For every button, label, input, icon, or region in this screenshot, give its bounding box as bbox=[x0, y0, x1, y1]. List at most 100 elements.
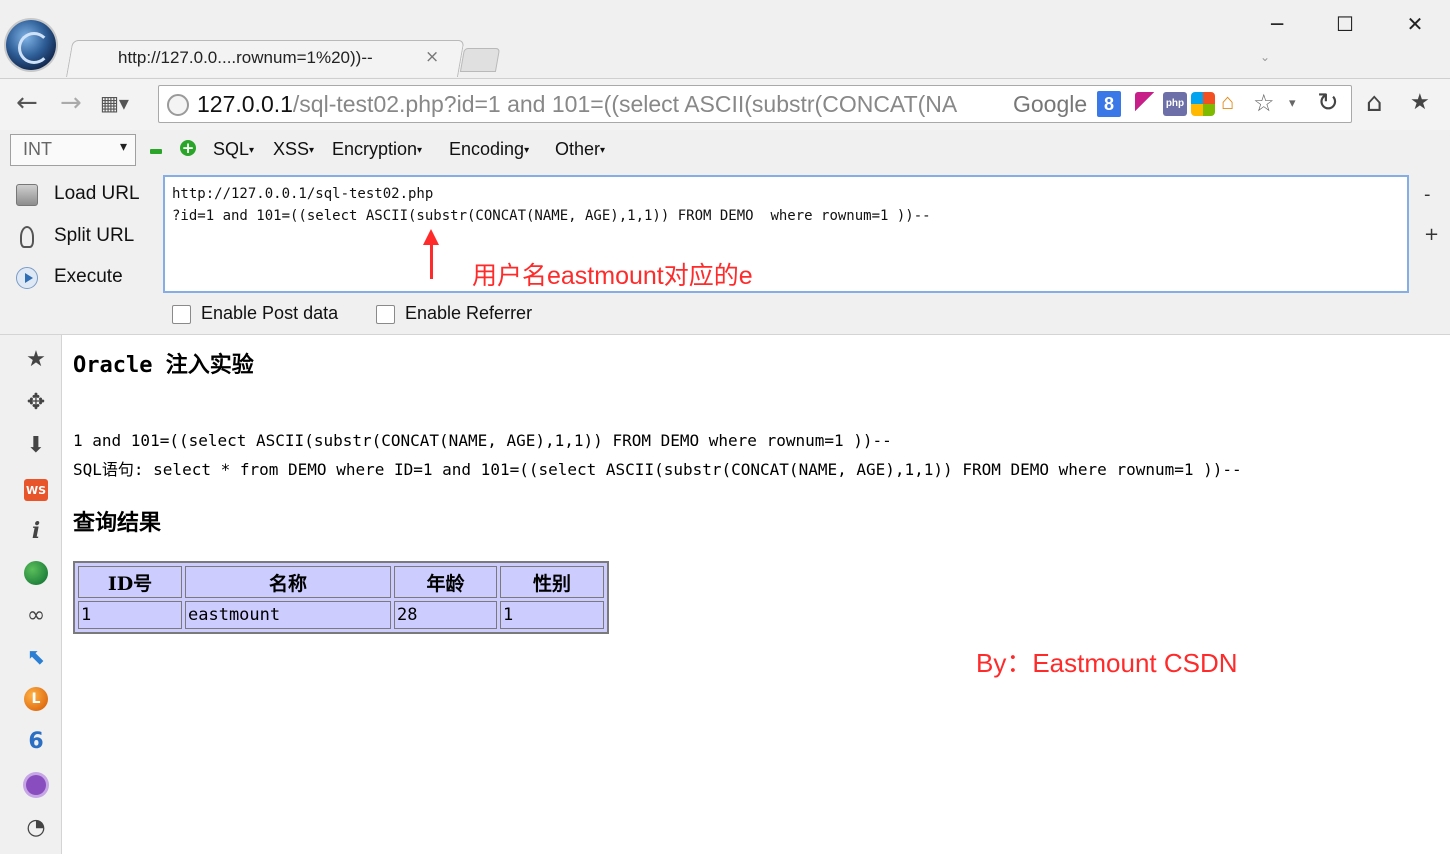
checkbox-icon bbox=[172, 305, 191, 324]
hackbar-type-value: INT bbox=[23, 139, 52, 159]
split-url-label: Split URL bbox=[54, 225, 135, 246]
close-window-button[interactable]: ✕ bbox=[1392, 6, 1438, 42]
url-host: 127.0.0.1 bbox=[197, 91, 293, 117]
menu-encoding[interactable]: Encoding▾ bbox=[449, 139, 529, 160]
play-icon bbox=[16, 267, 38, 289]
table-row: 1 eastmount 28 1 bbox=[78, 601, 604, 629]
menu-caret-icon: ▾ bbox=[600, 144, 606, 156]
result-table: ID号 名称 年龄 性别 1 eastmount 28 1 bbox=[73, 561, 609, 634]
decrease-icon[interactable] bbox=[150, 149, 162, 154]
menu-caret-icon: ▾ bbox=[417, 144, 423, 156]
hackbar-toolbar: INT ▾ + SQL▾ XSS▾ Encryption▾ Encoding▾ … bbox=[0, 130, 1450, 172]
hackbar-actions: Load URL Split URL Execute bbox=[0, 172, 160, 298]
tab-title[interactable]: http://127.0.0....rownum=1%20))-- bbox=[118, 48, 373, 68]
search-engine-label: Google bbox=[1013, 91, 1088, 117]
menu-sql-label: SQL bbox=[213, 139, 250, 159]
swirl-icon[interactable]: 6 bbox=[22, 727, 50, 755]
glasses-icon[interactable]: ∞ bbox=[22, 601, 50, 629]
google-search-icon[interactable]: 8 bbox=[1097, 91, 1121, 117]
menu-sql[interactable]: SQL▾ bbox=[213, 139, 254, 160]
table-cell: 1 bbox=[500, 601, 604, 629]
sql-statement: SQL语句: select * from DEMO where ID=1 and… bbox=[73, 460, 1242, 479]
bug-icon[interactable] bbox=[26, 775, 46, 795]
menu-other[interactable]: Other▾ bbox=[555, 139, 605, 160]
author-credit: By：Eastmount CSDN bbox=[976, 648, 1238, 678]
add-on-sidebar: ★ ✥ ⬇ WS i ∞ ⬉ L 6 ◔ bbox=[0, 334, 62, 854]
php-extension-icon[interactable]: php bbox=[1163, 92, 1187, 116]
windows-extension-icon[interactable] bbox=[1191, 92, 1215, 116]
page-title: Oracle 注入实验 bbox=[73, 353, 254, 378]
table-cell: 1 bbox=[78, 601, 182, 629]
textarea-line-2: ?id=1 and 101=((select ASCII(substr(CONC… bbox=[172, 208, 931, 224]
menu-caret-icon: ▾ bbox=[309, 144, 315, 156]
menu-caret-icon: ▾ bbox=[249, 144, 255, 156]
textarea-line-1: http://127.0.0.1/sql-test02.php bbox=[172, 186, 434, 202]
annotation-arrow-icon bbox=[423, 229, 439, 279]
checkbox-icon bbox=[376, 305, 395, 324]
l-icon[interactable]: L bbox=[24, 687, 48, 711]
green-ball-icon[interactable] bbox=[24, 561, 48, 585]
shrink-textarea-button[interactable]: - bbox=[1424, 184, 1431, 205]
load-url-label: Load URL bbox=[54, 183, 140, 204]
ws-icon[interactable]: WS bbox=[24, 479, 48, 501]
url-text[interactable]: 127.0.0.1/sql-test02.php?id=1 and 101=((… bbox=[197, 91, 1057, 118]
navigation-bar: ← → ▦▾ 127.0.0.1/sql-test02.php?id=1 and… bbox=[0, 78, 1450, 130]
load-url-button[interactable]: Load URL bbox=[14, 178, 154, 210]
url-dropdown-icon[interactable]: ▾ bbox=[1289, 96, 1296, 111]
maximize-button[interactable]: ☐ bbox=[1322, 6, 1368, 42]
hackbar-url-textarea[interactable]: http://127.0.0.1/sql-test02.php ?id=1 and… bbox=[163, 175, 1409, 293]
table-header-row: ID号 名称 年龄 性别 bbox=[78, 566, 604, 598]
execute-button[interactable]: Execute bbox=[14, 261, 154, 293]
info-icon[interactable]: i bbox=[22, 517, 50, 545]
column-header: 名称 bbox=[185, 566, 391, 598]
download-icon[interactable]: ⬇ bbox=[22, 431, 50, 459]
table-cell: eastmount bbox=[185, 601, 391, 629]
puzzle-icon[interactable]: ✥ bbox=[22, 388, 50, 416]
table-cell: 28 bbox=[394, 601, 497, 629]
column-header: ID号 bbox=[78, 566, 182, 598]
menu-other-label: Other bbox=[555, 139, 601, 159]
browser-logo-icon bbox=[6, 20, 56, 70]
menu-encryption[interactable]: Encryption▾ bbox=[332, 139, 422, 160]
page-content: Oracle 注入实验 1 and 101=((select ASCII(sub… bbox=[62, 334, 1450, 854]
menu-caret-icon: ▾ bbox=[524, 144, 530, 156]
new-tab-button[interactable] bbox=[459, 48, 501, 72]
param-line: 1 and 101=((select ASCII(substr(CONCAT(N… bbox=[73, 431, 892, 450]
scissors-icon bbox=[20, 226, 34, 248]
palette-icon[interactable]: ◔ bbox=[22, 813, 50, 841]
enable-referrer-label: Enable Referrer bbox=[405, 303, 533, 323]
apps-icon[interactable]: ▦▾ bbox=[100, 87, 129, 119]
menu-encoding-label: Encoding bbox=[449, 139, 525, 159]
feather-extension-icon[interactable] bbox=[1135, 92, 1159, 116]
menu-xss-label: XSS bbox=[273, 139, 310, 159]
result-heading: 查询结果 bbox=[73, 510, 162, 536]
cursor-icon[interactable]: ⬉ bbox=[22, 643, 50, 671]
back-icon[interactable]: ← bbox=[16, 87, 38, 119]
star-icon[interactable]: ★ bbox=[22, 345, 50, 373]
bookmark-star-icon[interactable]: ☆ bbox=[1253, 89, 1275, 117]
column-header: 年龄 bbox=[394, 566, 497, 598]
menu-encryption-label: Encryption bbox=[332, 139, 418, 159]
home-icon[interactable]: ⌂ bbox=[1366, 87, 1383, 119]
expand-textarea-button[interactable]: + bbox=[1424, 224, 1439, 245]
tab-close-icon[interactable]: × bbox=[425, 47, 439, 67]
forward-icon[interactable]: → bbox=[60, 87, 82, 119]
increase-icon[interactable]: + bbox=[180, 140, 196, 156]
site-info-icon[interactable] bbox=[167, 94, 189, 116]
annotation-text: 用户名eastmount对应的e bbox=[472, 262, 753, 290]
load-url-icon bbox=[16, 184, 38, 206]
chevron-down-icon: ▾ bbox=[119, 139, 127, 155]
enable-post-label: Enable Post data bbox=[201, 303, 339, 323]
menu-xss[interactable]: XSS▾ bbox=[273, 139, 314, 160]
column-header: 性别 bbox=[500, 566, 604, 598]
address-bar[interactable]: 127.0.0.1/sql-test02.php?id=1 and 101=((… bbox=[158, 85, 1352, 123]
minimize-button[interactable]: ─ bbox=[1254, 6, 1300, 42]
home-extension-icon[interactable]: ⌂ bbox=[1221, 89, 1245, 114]
execute-label: Execute bbox=[54, 266, 123, 287]
bookmarks-icon[interactable]: ★ bbox=[1410, 87, 1430, 119]
split-url-button[interactable]: Split URL bbox=[14, 220, 154, 252]
hackbar-type-select[interactable]: INT ▾ bbox=[10, 134, 136, 166]
tab-menu-icon[interactable]: ⌄ bbox=[1260, 50, 1270, 64]
url-path: /sql-test02.php?id=1 and 101=((select AS… bbox=[292, 91, 958, 117]
reload-icon[interactable]: ↻ bbox=[1317, 88, 1339, 118]
